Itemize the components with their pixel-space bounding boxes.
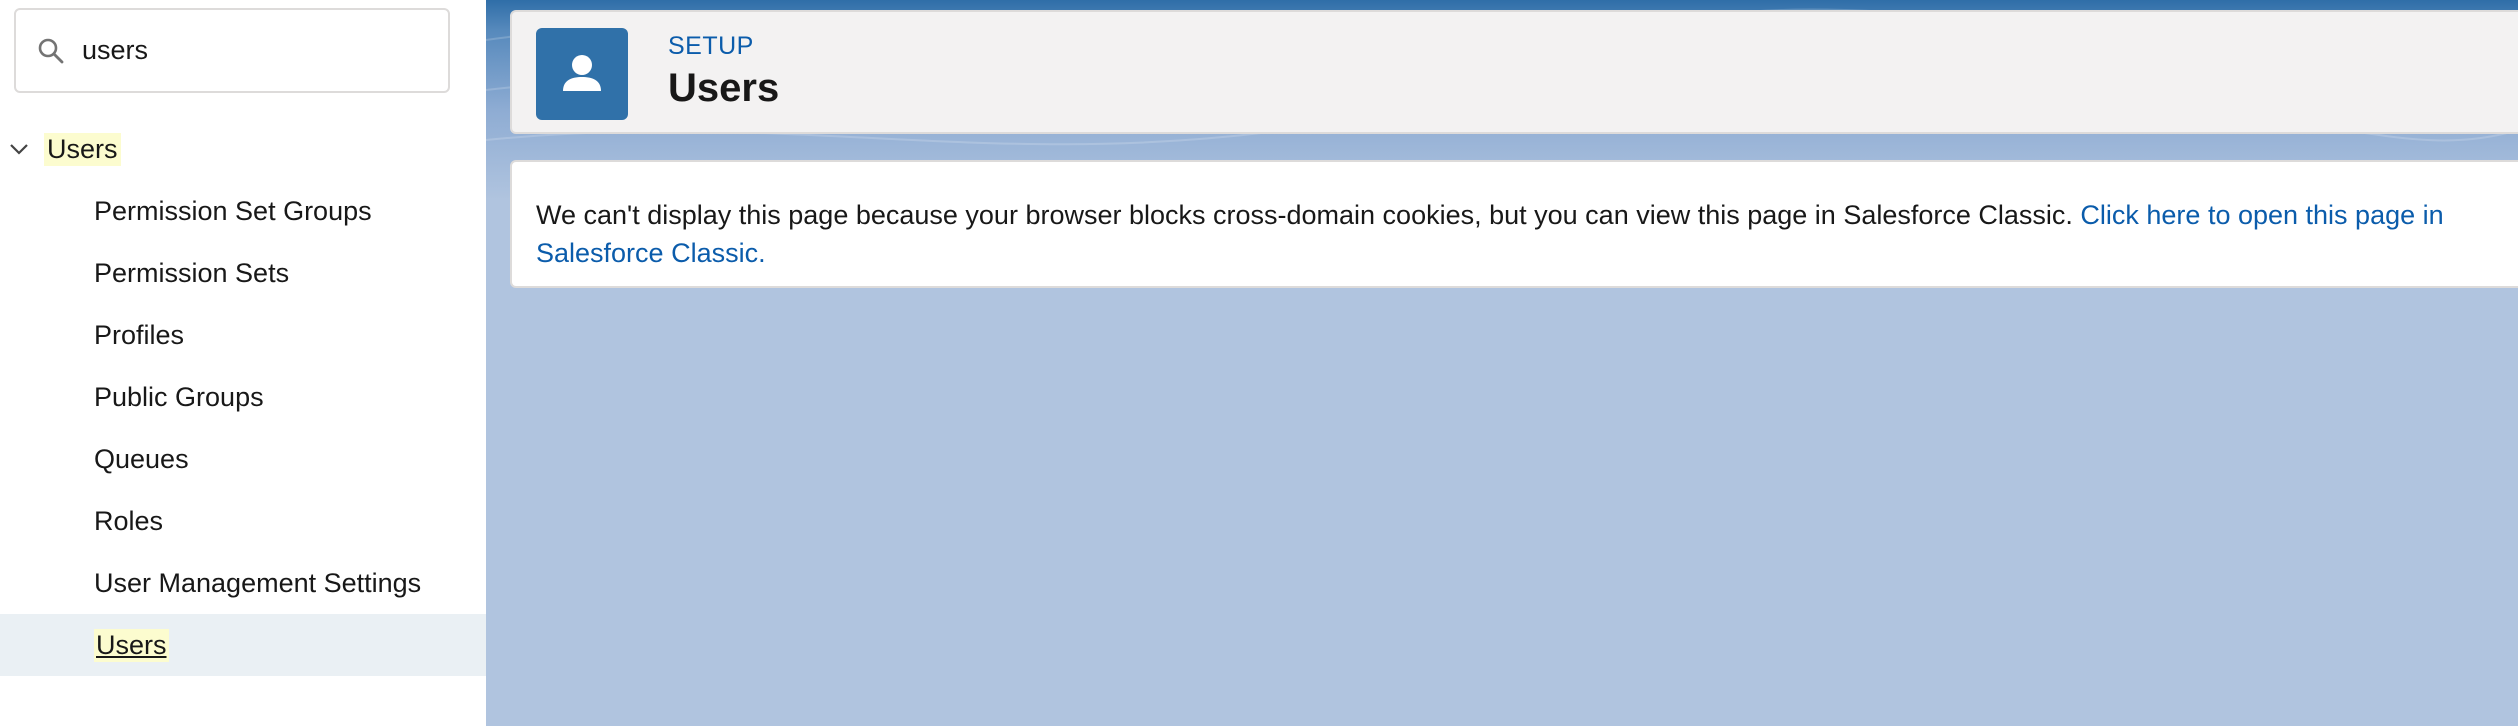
tree-item-queues[interactable]: Queues bbox=[0, 428, 486, 490]
breadcrumb[interactable]: SETUP bbox=[668, 32, 754, 61]
tree-item-user-management-settings[interactable]: User Management Settings bbox=[0, 552, 486, 614]
tree-item-label[interactable]: Queues bbox=[94, 444, 189, 475]
tree-item-label[interactable]: Permission Sets bbox=[94, 258, 289, 289]
tree-item-users[interactable]: Users bbox=[0, 614, 486, 676]
user-icon bbox=[536, 28, 628, 120]
tree-item-permission-set-groups[interactable]: Permission Set Groups bbox=[0, 180, 486, 242]
page-header: SETUP Users bbox=[510, 10, 2518, 134]
tree-item-label[interactable]: Permission Set Groups bbox=[94, 196, 372, 227]
message-card: We can't display this page because your … bbox=[510, 160, 2518, 288]
search-input[interactable]: users bbox=[82, 35, 148, 66]
tree-item-label[interactable]: Public Groups bbox=[94, 382, 264, 413]
tree-parent-label[interactable]: Users bbox=[44, 132, 121, 166]
tree-list: Permission Set Groups Permission Sets Pr… bbox=[0, 180, 486, 676]
tree-parent-users[interactable]: Users bbox=[0, 124, 486, 174]
message-body: We can't display this page because your … bbox=[536, 196, 2506, 272]
tree-item-label[interactable]: User Management Settings bbox=[94, 568, 421, 599]
tree-item-profiles[interactable]: Profiles bbox=[0, 304, 486, 366]
tree-item-permission-sets[interactable]: Permission Sets bbox=[0, 242, 486, 304]
search-icon bbox=[36, 36, 66, 66]
tree-item-public-groups[interactable]: Public Groups bbox=[0, 366, 486, 428]
chevron-down-icon[interactable] bbox=[4, 134, 34, 164]
message-text: We can't display this page because your … bbox=[536, 200, 2081, 230]
setup-sidebar: users Users Permission Set Groups Permis… bbox=[0, 0, 486, 726]
main-content: SETUP Users We can't display this page b… bbox=[486, 0, 2518, 726]
tree-item-label[interactable]: Profiles bbox=[94, 320, 184, 351]
tree-item-label[interactable]: Users bbox=[94, 628, 169, 662]
quick-find-search[interactable]: users bbox=[14, 8, 450, 93]
tree-item-label[interactable]: Roles bbox=[94, 506, 163, 537]
tree-item-roles[interactable]: Roles bbox=[0, 490, 486, 552]
page-title: Users bbox=[668, 66, 780, 110]
